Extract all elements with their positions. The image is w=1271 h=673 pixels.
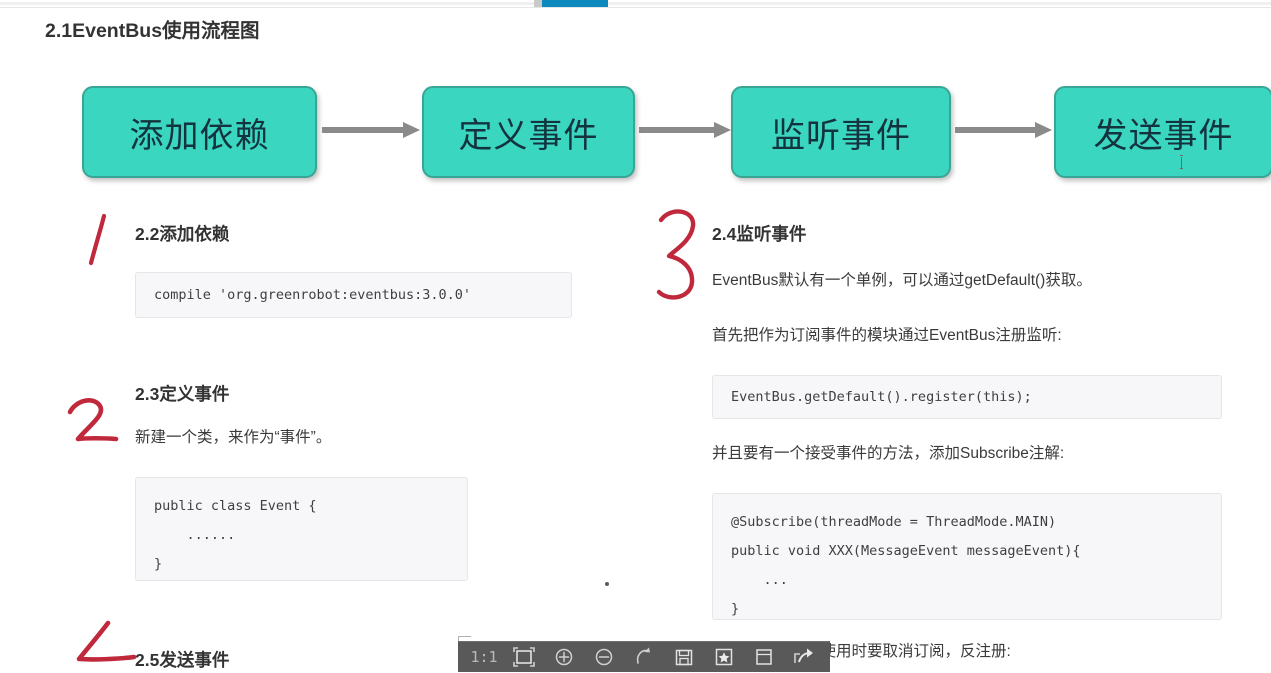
content-column-right: 2.4监听事件 EventBus默认有一个单例，可以通过getDefault()… [640, 0, 1271, 672]
stray-dot-marker [605, 582, 609, 586]
fit-screen-button[interactable] [504, 642, 544, 673]
share-icon [794, 648, 813, 663]
zoom-out-icon [595, 648, 613, 666]
heading-2-5: 2.5发送事件 [135, 650, 230, 670]
copy-icon [756, 649, 772, 665]
paragraph-2-4-b: 首先把作为订阅事件的模块通过EventBus注册监听: [712, 327, 1062, 344]
zoom-out-button[interactable] [584, 642, 624, 673]
rotate-button[interactable] [624, 642, 664, 673]
save-button[interactable] [664, 642, 704, 673]
star-icon [715, 648, 733, 666]
code-block-event-class: public class Event { ...... } [135, 477, 468, 581]
copy-button[interactable] [744, 642, 784, 673]
code-block-register: EventBus.getDefault().register(this); [712, 375, 1222, 419]
zoom-in-button[interactable] [544, 642, 584, 673]
code-block-dependency: compile 'org.greenrobot:eventbus:3.0.0' [135, 272, 572, 318]
favorite-button[interactable] [704, 642, 744, 673]
code-block-subscribe: @Subscribe(threadMode = ThreadMode.MAIN)… [712, 493, 1222, 620]
heading-2-3: 2.3定义事件 [135, 384, 230, 404]
frame-icon [513, 647, 535, 667]
paragraph-2-4-a: EventBus默认有一个单例，可以通过getDefault()获取。 [712, 272, 1092, 289]
content-column-left: 2.2添加依赖 compile 'org.greenrobot:eventbus… [0, 0, 640, 672]
heading-2-4: 2.4监听事件 [712, 224, 807, 244]
paragraph-2-4-c: 并且要有一个接受事件的方法，添加Subscribe注解: [712, 445, 1065, 462]
ratio-label: 1:1 [470, 648, 498, 666]
heading-2-2: 2.2添加依赖 [135, 224, 230, 244]
paragraph-2-3: 新建一个类，来作为“事件”。 [135, 429, 332, 446]
zoom-in-icon [555, 648, 573, 666]
capture-toolbar: 1:1 [458, 641, 830, 672]
share-button[interactable] [784, 642, 824, 673]
save-icon [675, 649, 693, 666]
rotate-icon [636, 647, 650, 664]
